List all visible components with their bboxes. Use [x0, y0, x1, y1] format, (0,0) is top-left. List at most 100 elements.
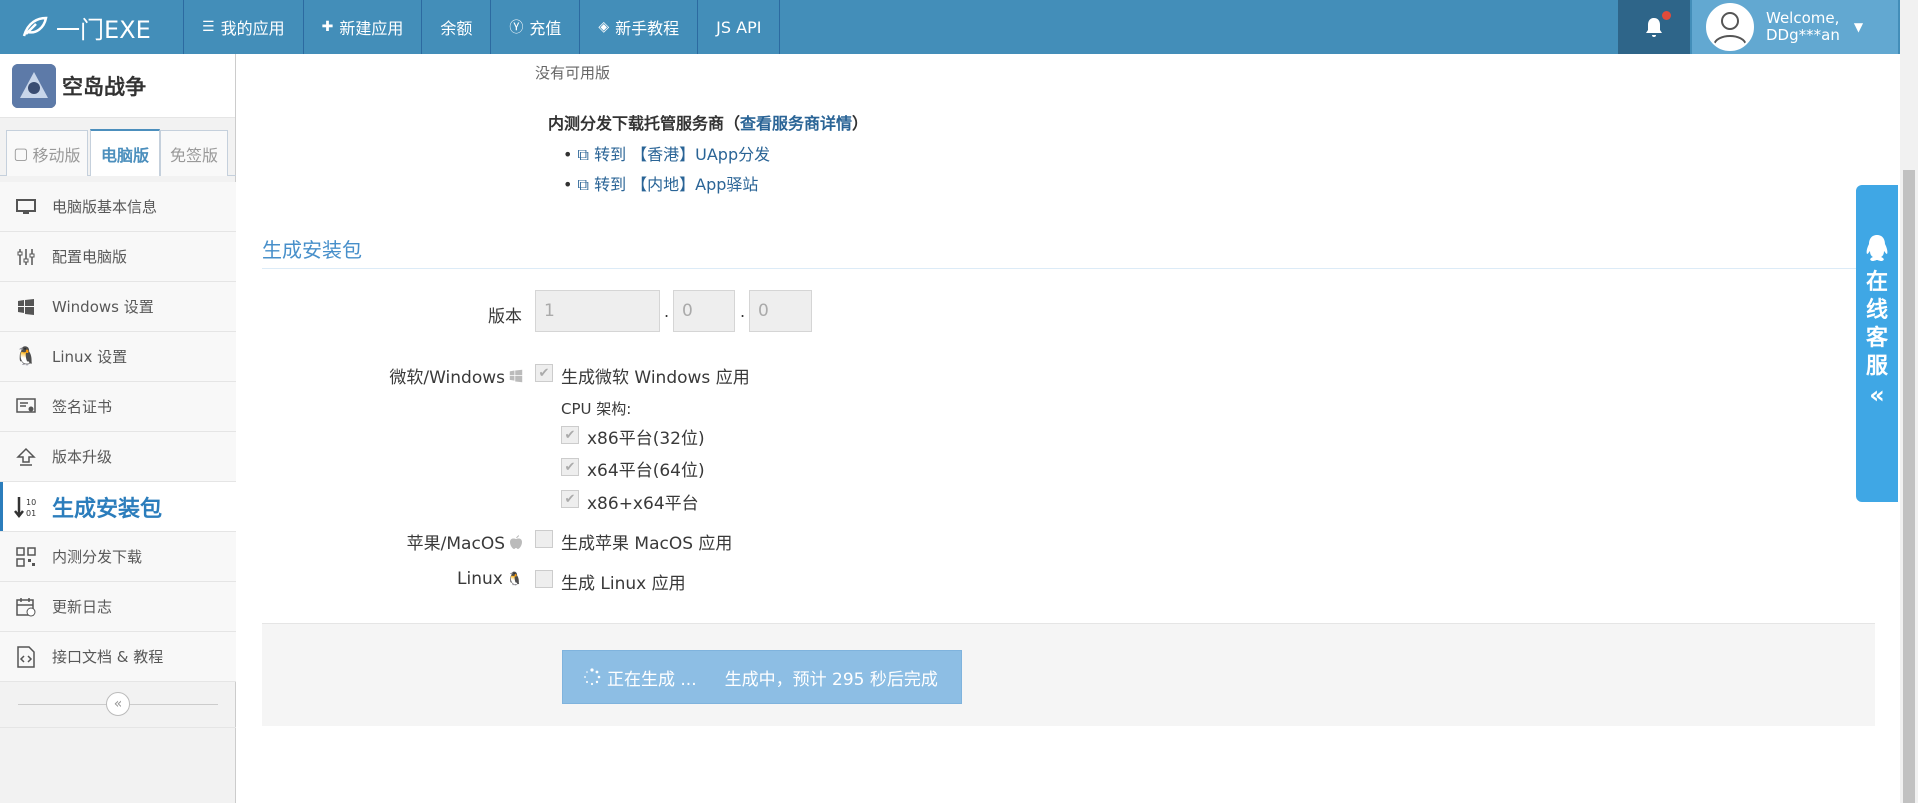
- arch-x86-checkbox[interactable]: ✔: [561, 426, 579, 444]
- user-menu[interactable]: Welcome, DDg***an ▼: [1692, 0, 1898, 54]
- tab-label: 移动版: [32, 145, 81, 165]
- sidebar-item-windows[interactable]: Windows 设置: [0, 282, 236, 332]
- sidebar-item-upgrade[interactable]: 版本升级: [0, 432, 236, 482]
- nav-label: 余额: [440, 19, 473, 38]
- arch-both-checkbox[interactable]: ✔: [561, 490, 579, 508]
- sidebar: 空岛战争 ▢ 移动版 电脑版 免签版 电脑版基本信息 配置电脑版 Windows …: [0, 54, 236, 803]
- nav-label: 新建应用: [339, 19, 404, 38]
- windows-label: 微软/Windows: [337, 363, 523, 388]
- link-text: 转到 【内地】App驿站: [594, 175, 759, 194]
- username: DDg***an: [1766, 26, 1840, 44]
- sidebar-item-label: 更新日志: [52, 598, 113, 616]
- form-actions: 正在生成 ... 生成中，预计 295 秒后完成: [262, 623, 1875, 726]
- double-chevron-left-icon[interactable]: «: [106, 692, 130, 716]
- mac-label-text: 苹果/MacOS: [406, 534, 505, 554]
- no-version-text: 没有可用版: [535, 64, 611, 82]
- notifications-button[interactable]: [1618, 0, 1690, 54]
- double-chevron-left-icon: «: [1869, 381, 1885, 409]
- sidebar-item-distribution[interactable]: 内测分发下载: [0, 532, 236, 582]
- chat-char: 服: [1865, 354, 1888, 379]
- user-greeting: Welcome, DDg***an: [1766, 10, 1840, 44]
- arch-x64-label: x64平台(64位): [587, 461, 705, 481]
- hosting-title: 内测分发下载托管服务商（查看服务商详情）: [548, 110, 868, 134]
- mac-checkbox[interactable]: [535, 530, 553, 548]
- nav-label: JS API: [716, 17, 762, 37]
- platform-tabs: ▢ 移动版 电脑版 免签版: [0, 129, 236, 176]
- version-dot: .: [740, 302, 746, 321]
- hosting-title-text: 内测分发下载托管服务商（: [548, 114, 741, 133]
- sliders-icon: [0, 247, 52, 267]
- monitor-icon: [0, 198, 52, 216]
- sidebar-item-basic-info[interactable]: 电脑版基本信息: [0, 182, 236, 232]
- version-label: 版本: [488, 307, 522, 327]
- main-content: 没有可用版 内测分发下载托管服务商（查看服务商详情） • ⧉ 转到 【香港】UA…: [237, 54, 1900, 803]
- mac-label: 苹果/MacOS: [337, 529, 523, 554]
- code-file-icon: [0, 645, 52, 668]
- online-service-widget[interactable]: 在 线 客 服 «: [1856, 185, 1898, 502]
- nav-menu: ☰ 我的应用 ✚ 新建应用 余额 Ⓨ 充值 ◈ 新手教程 JS API: [183, 0, 781, 54]
- upgrade-icon: [0, 447, 52, 467]
- windows-checkbox[interactable]: ✔: [535, 364, 553, 382]
- plus-icon: ✚: [321, 19, 334, 35]
- windows-checkbox-label: 生成微软 Windows 应用: [561, 368, 750, 388]
- brand-name: 一门EXE: [56, 15, 151, 44]
- sidebar-item-api-docs[interactable]: 接口文档 & 教程: [0, 632, 236, 682]
- linux-checkbox-label: 生成 Linux 应用: [561, 574, 686, 594]
- chat-char: 线: [1865, 298, 1888, 323]
- nav-tutorial[interactable]: ◈ 新手教程: [580, 0, 699, 54]
- caret-down-icon: ▼: [1853, 20, 1864, 34]
- page-scrollbar[interactable]: [1900, 0, 1918, 803]
- hosting-link-mainland[interactable]: • ⧉ 转到 【内地】App驿站: [563, 171, 758, 195]
- nav-label: 充值: [529, 19, 562, 38]
- hosting-link-hk[interactable]: • ⧉ 转到 【香港】UApp分发: [563, 141, 770, 165]
- nav-new-app[interactable]: ✚ 新建应用: [304, 0, 423, 54]
- tab-label: 电脑版: [100, 145, 149, 165]
- provider-details-link[interactable]: 查看服务商详情: [740, 114, 852, 133]
- generate-button[interactable]: 正在生成 ... 生成中，预计 295 秒后完成: [562, 650, 962, 704]
- version-patch-input[interactable]: 0: [749, 290, 812, 332]
- sidebar-item-linux[interactable]: 🐧 Linux 设置: [0, 332, 236, 382]
- sidebar-item-label: Windows 设置: [52, 298, 154, 316]
- mac-checkbox-label: 生成苹果 MacOS 应用: [561, 534, 733, 554]
- list-icon: ☰: [202, 19, 215, 35]
- windows-label-text: 微软/Windows: [389, 368, 505, 388]
- tab-label: 免签版: [169, 145, 218, 165]
- arch-both-label: x86+x64平台: [587, 494, 699, 514]
- sidebar-collapse: «: [0, 680, 236, 728]
- external-link-icon: ⧉: [577, 145, 589, 164]
- tab-unsigned[interactable]: 免签版: [160, 130, 228, 176]
- sidebar-item-build[interactable]: 10 01 生成安装包: [0, 482, 236, 532]
- arch-x86-label: x86平台(32位): [587, 429, 705, 449]
- sidebar-item-certificate[interactable]: 签名证书: [0, 382, 236, 432]
- yen-circle-icon: Ⓨ: [509, 20, 524, 36]
- windows-icon: [509, 369, 523, 382]
- sidebar-item-changelog[interactable]: 更新日志: [0, 582, 236, 632]
- nav-js-api[interactable]: JS API: [698, 0, 781, 54]
- certificate-icon: [0, 397, 52, 416]
- nav-recharge[interactable]: Ⓨ 充值: [491, 0, 581, 54]
- generate-status: 正在生成 ...: [607, 669, 697, 690]
- section-divider: [262, 268, 1875, 269]
- svg-text:10: 10: [26, 498, 36, 507]
- app-logo: [12, 63, 56, 108]
- avatar: [1706, 3, 1754, 51]
- tab-mobile[interactable]: ▢ 移动版: [6, 130, 88, 176]
- nav-my-apps[interactable]: ☰ 我的应用: [184, 0, 304, 54]
- arch-x64-checkbox[interactable]: ✔: [561, 458, 579, 476]
- chat-char: 在: [1865, 270, 1888, 295]
- tab-desktop[interactable]: 电脑版: [90, 129, 160, 176]
- linux-checkbox[interactable]: [535, 570, 553, 588]
- sidebar-item-config[interactable]: 配置电脑版: [0, 232, 236, 282]
- version-major-input[interactable]: 1: [535, 290, 660, 332]
- calendar-icon: [0, 597, 52, 617]
- version-minor-input[interactable]: 0: [673, 290, 735, 332]
- bell-icon: [1646, 18, 1662, 37]
- linux-label-text: Linux: [457, 569, 503, 589]
- app-name: 空岛战争: [62, 74, 146, 99]
- top-navbar: 一门EXE ☰ 我的应用 ✚ 新建应用 余额 Ⓨ 充值 ◈ 新手教程 JS API We…: [0, 0, 1918, 54]
- brand-logo[interactable]: 一门EXE: [22, 0, 151, 54]
- scrollbar-thumb[interactable]: [1903, 170, 1915, 803]
- nav-balance[interactable]: 余额: [422, 0, 492, 54]
- cpu-arch-label: CPU 架构:: [561, 400, 632, 418]
- notification-dot: [1662, 11, 1671, 20]
